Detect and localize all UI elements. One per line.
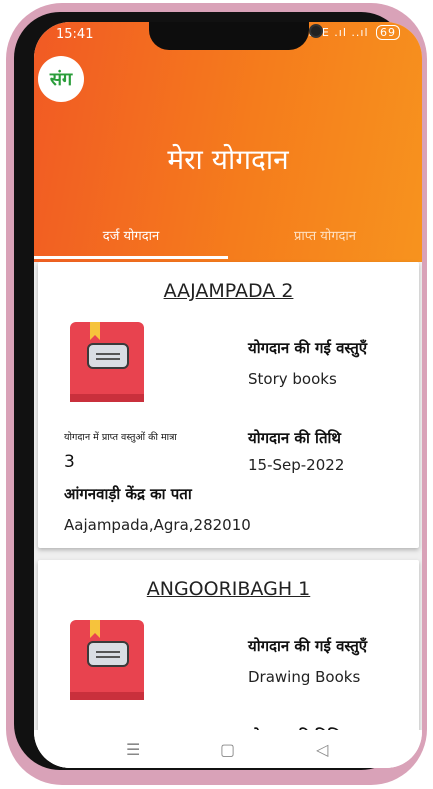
- book-icon: [70, 322, 144, 402]
- header: 15:41 Vo LTE .ıl ..ıl 69 संग मेरा योगदान…: [34, 22, 422, 262]
- system-nav-bar: ☰ ▢ ◁: [34, 730, 422, 768]
- card-title: AAJAMPADA 2: [163, 280, 294, 302]
- camera-icon: [309, 24, 323, 38]
- tab-registered[interactable]: दर्ज योगदान: [34, 226, 228, 244]
- address-label: आंगनवाड़ी केंद्र का पता: [64, 485, 192, 503]
- status-time: 15:41: [56, 27, 94, 42]
- battery-icon: 69: [376, 25, 400, 40]
- items-value: Story books: [248, 370, 337, 388]
- book-icon: [70, 620, 144, 700]
- qty-value: 3: [64, 452, 75, 472]
- contribution-card[interactable]: AAJAMPADA 2 योगदान की गई वस्तुएँ Story b…: [38, 262, 419, 548]
- camera-notch: [149, 22, 323, 50]
- date-label: योगदान की तिथि: [248, 429, 341, 447]
- date-value: 15-Sep-2022: [248, 456, 345, 474]
- address-value: Aajampada,Agra,282010: [64, 516, 251, 534]
- items-label: योगदान की गई वस्तुएँ: [248, 339, 368, 357]
- page-title: मेरा योगदान: [167, 143, 289, 176]
- back-icon[interactable]: ◁: [316, 740, 328, 759]
- qty-label: योगदान में प्राप्त वस्तुओं की मात्रा: [64, 432, 177, 443]
- menu-icon[interactable]: ☰: [126, 740, 140, 759]
- tab-indicator: [34, 256, 228, 259]
- card-title: ANGOORIBAGH 1: [146, 578, 311, 600]
- items-label: योगदान की गई वस्तुएँ: [248, 637, 368, 655]
- home-icon[interactable]: ▢: [220, 740, 235, 759]
- tab-received[interactable]: प्राप्त योगदान: [228, 226, 422, 244]
- items-value: Drawing Books: [248, 668, 361, 686]
- app-logo[interactable]: संग: [38, 56, 84, 102]
- screen: 15:41 Vo LTE .ıl ..ıl 69 संग मेरा योगदान…: [34, 22, 422, 768]
